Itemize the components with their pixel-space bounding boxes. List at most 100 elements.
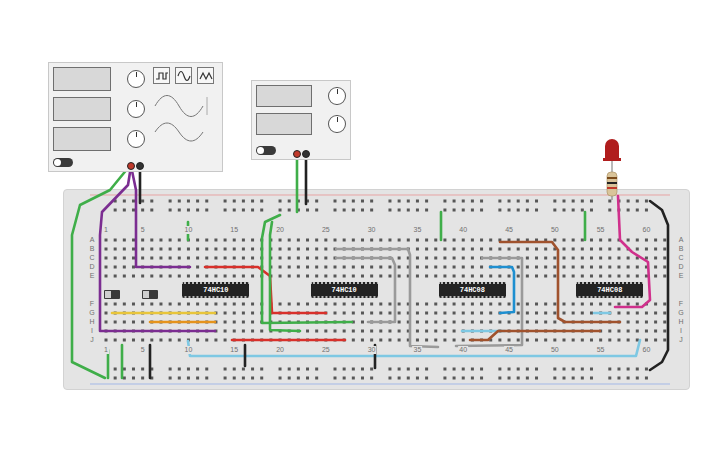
hole[interactable]: [224, 303, 227, 306]
hole[interactable]: [599, 303, 602, 306]
hole[interactable]: [297, 275, 300, 278]
hole[interactable]: [370, 321, 373, 324]
hole[interactable]: [159, 303, 162, 306]
hole[interactable]: [489, 257, 492, 260]
hole[interactable]: [306, 257, 309, 260]
rail-hole[interactable]: [572, 377, 575, 380]
hole[interactable]: [553, 266, 556, 269]
rail-hole[interactable]: [645, 209, 648, 212]
hole[interactable]: [334, 303, 337, 306]
hole[interactable]: [434, 321, 437, 324]
hole[interactable]: [608, 248, 611, 251]
hole[interactable]: [608, 339, 611, 342]
hole[interactable]: [462, 275, 465, 278]
hole[interactable]: [434, 248, 437, 251]
hole[interactable]: [361, 330, 364, 333]
hole[interactable]: [471, 312, 474, 315]
hole[interactable]: [260, 248, 263, 251]
rail-hole[interactable]: [279, 209, 282, 212]
hole[interactable]: [370, 339, 373, 342]
hole[interactable]: [617, 330, 620, 333]
hole[interactable]: [114, 303, 117, 306]
hole[interactable]: [498, 239, 501, 242]
hole[interactable]: [370, 266, 373, 269]
rail-hole[interactable]: [288, 209, 291, 212]
rail-hole[interactable]: [169, 200, 172, 203]
hole[interactable]: [544, 330, 547, 333]
knob[interactable]: [127, 70, 145, 88]
hole[interactable]: [563, 239, 566, 242]
rail-hole[interactable]: [471, 200, 474, 203]
rail-hole[interactable]: [407, 377, 410, 380]
hole[interactable]: [169, 275, 172, 278]
hole[interactable]: [572, 303, 575, 306]
hole[interactable]: [224, 321, 227, 324]
hole[interactable]: [508, 266, 511, 269]
hole[interactable]: [352, 321, 355, 324]
hole[interactable]: [233, 330, 236, 333]
hole[interactable]: [425, 239, 428, 242]
hole[interactable]: [636, 339, 639, 342]
hole[interactable]: [599, 266, 602, 269]
hole[interactable]: [361, 248, 364, 251]
hole[interactable]: [636, 248, 639, 251]
hole[interactable]: [599, 312, 602, 315]
hole[interactable]: [416, 321, 419, 324]
hole[interactable]: [425, 321, 428, 324]
rail-hole[interactable]: [480, 200, 483, 203]
hole[interactable]: [141, 321, 144, 324]
hole[interactable]: [489, 248, 492, 251]
hole[interactable]: [572, 257, 575, 260]
rail-hole[interactable]: [352, 377, 355, 380]
rail-hole[interactable]: [608, 377, 611, 380]
hole[interactable]: [388, 303, 391, 306]
hole[interactable]: [663, 257, 666, 260]
hole[interactable]: [224, 248, 227, 251]
hole[interactable]: [370, 275, 373, 278]
hole[interactable]: [663, 321, 666, 324]
hole[interactable]: [269, 312, 272, 315]
hole[interactable]: [590, 248, 593, 251]
rail-hole[interactable]: [627, 200, 630, 203]
hole[interactable]: [196, 239, 199, 242]
hole[interactable]: [425, 330, 428, 333]
wire[interactable]: [305, 156, 308, 204]
hole[interactable]: [663, 339, 666, 342]
hole[interactable]: [260, 266, 263, 269]
hole[interactable]: [141, 266, 144, 269]
hole[interactable]: [242, 257, 245, 260]
hole[interactable]: [269, 257, 272, 260]
hole[interactable]: [352, 275, 355, 278]
rail-hole[interactable]: [425, 377, 428, 380]
hole[interactable]: [379, 303, 382, 306]
hole[interactable]: [114, 248, 117, 251]
hole[interactable]: [526, 339, 529, 342]
hole[interactable]: [169, 248, 172, 251]
hole[interactable]: [627, 330, 630, 333]
resistor[interactable]: [607, 172, 617, 196]
rail-hole[interactable]: [617, 209, 620, 212]
hole[interactable]: [242, 330, 245, 333]
hole[interactable]: [517, 275, 520, 278]
hole[interactable]: [214, 303, 217, 306]
hole[interactable]: [224, 330, 227, 333]
rail-hole[interactable]: [526, 377, 529, 380]
rail-hole[interactable]: [416, 200, 419, 203]
rail-hole[interactable]: [553, 377, 556, 380]
hole[interactable]: [361, 339, 364, 342]
rail-hole[interactable]: [627, 377, 630, 380]
ic-chip[interactable]: 74HC10: [311, 282, 378, 298]
rail-hole[interactable]: [480, 377, 483, 380]
hole[interactable]: [443, 275, 446, 278]
hole[interactable]: [416, 312, 419, 315]
hole[interactable]: [462, 303, 465, 306]
rail-hole[interactable]: [114, 377, 117, 380]
hole[interactable]: [269, 339, 272, 342]
hole[interactable]: [599, 275, 602, 278]
rail-hole[interactable]: [508, 377, 511, 380]
hole[interactable]: [260, 257, 263, 260]
hole[interactable]: [132, 239, 135, 242]
rail-hole[interactable]: [581, 377, 584, 380]
hole[interactable]: [617, 303, 620, 306]
hole[interactable]: [150, 248, 153, 251]
